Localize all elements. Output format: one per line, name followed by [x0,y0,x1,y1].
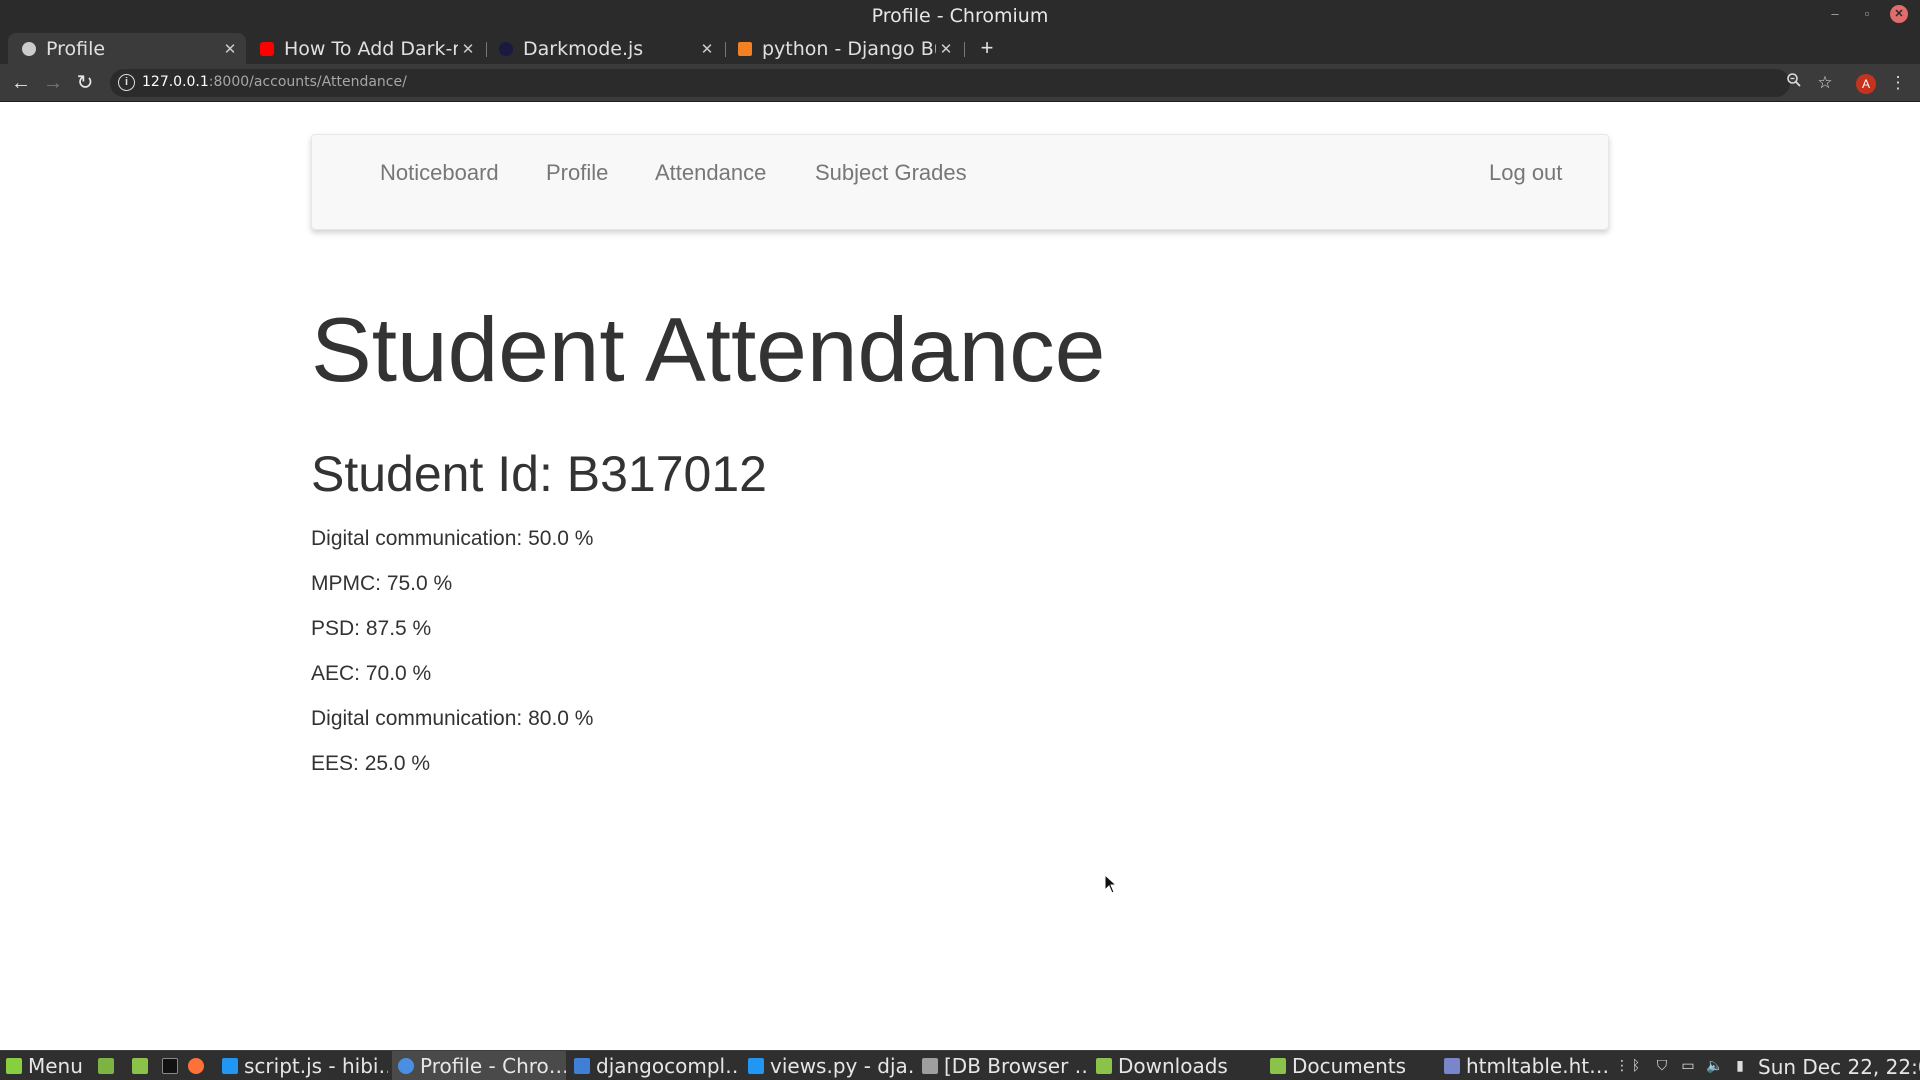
taskbar-item[interactable]: script.js - hibi… [216,1051,388,1080]
text-file-icon [1444,1058,1460,1074]
start-menu-button[interactable]: Menu [2,1051,86,1080]
attendance-item: EES: 25.0 % [311,752,431,775]
taskbar-item[interactable]: Documents [1264,1051,1436,1080]
folder-icon [1270,1058,1286,1074]
terminal-icon [162,1058,178,1074]
url-host: 127.0.0.1 [142,74,209,90]
taskbar-item-active[interactable]: Profile - Chro… [392,1051,566,1080]
mouse-cursor-icon [1104,874,1118,894]
browser-toolbar: ← → ↻ i 127.0.0.1:8000/accounts/Attendan… [0,64,1920,102]
launcher-folder[interactable] [126,1051,152,1080]
tab-label: python - Django Bu [762,37,936,60]
minimize-icon[interactable]: – [1826,5,1844,23]
attendance-item: AEC: 70.0 % [311,662,432,685]
tab-youtube[interactable]: How To Add Dark-r ✕ [246,33,484,64]
url-text[interactable]: 127.0.0.1:8000/accounts/Attendance/ [142,74,407,90]
attendance-item: PSD: 87.5 % [311,617,432,640]
attendance-item: Digital communication: 80.0 % [311,707,594,730]
close-window-icon[interactable]: ✕ [1890,5,1908,23]
bookmark-star-icon[interactable]: ☆ [1813,71,1837,95]
window-title: Profile - Chromium [871,5,1049,27]
window-titlebar: Profile - Chromium – ▫ ✕ [0,0,1920,33]
close-tab-icon[interactable]: ✕ [936,40,956,58]
tab-divider [964,42,965,57]
tab-label: Profile [46,37,106,60]
terminal-folder-icon [98,1058,114,1074]
database-icon [922,1058,938,1074]
youtube-icon [260,41,274,56]
page-title: Student Attendance [311,300,1106,401]
taskbar-item-label: Profile - Chro… [420,1054,566,1078]
address-bar[interactable]: i 127.0.0.1:8000/accounts/Attendance/ [110,69,1790,97]
taskbar-item[interactable]: Downloads [1090,1051,1262,1080]
tab-label: Darkmode.js [523,37,644,60]
forward-icon[interactable]: → [40,70,66,96]
menu-kebab-icon[interactable]: ⋮ [1886,71,1910,95]
page-content: Noticeboard Profile Attendance Subject G… [0,103,1920,1050]
taskbar-item-label: Documents [1292,1054,1407,1078]
folder-icon [132,1058,148,1074]
url-path: :8000/accounts/Attendance/ [208,74,407,90]
maximize-icon[interactable]: ▫ [1858,5,1876,23]
nav-logout[interactable]: Log out [1489,160,1562,186]
close-tab-icon[interactable]: ✕ [458,40,478,58]
back-icon[interactable]: ← [8,70,34,96]
firefox-icon [188,1058,204,1074]
taskbar-item-label: views.py - dja… [770,1054,914,1078]
student-id-heading: Student Id: B317012 [311,446,767,502]
launcher-firefox[interactable] [182,1051,206,1080]
battery-icon[interactable]: ▮ [1732,1058,1748,1074]
folder-icon [1096,1058,1112,1074]
site-info-icon[interactable]: i [118,74,135,91]
bluetooth-icon[interactable]: ᛒ [1628,1058,1644,1074]
taskbar-item-label: Downloads [1118,1054,1228,1078]
menu-label: Menu [28,1054,83,1078]
taskbar-item[interactable]: djangocompl… [568,1051,740,1080]
tab-darkmode[interactable]: Darkmode.js ✕ [485,33,723,64]
attendance-item: Digital communication: 50.0 % [311,527,594,550]
chromium-icon [398,1058,414,1074]
nav-attendance[interactable]: Attendance [655,160,766,186]
taskbar-item[interactable]: views.py - dja… [742,1051,914,1080]
document-icon [574,1058,590,1074]
taskbar-item[interactable]: htmltable.ht… [1438,1051,1610,1080]
new-tab-button[interactable]: + [975,33,999,64]
vscode-icon [748,1058,764,1074]
taskbar: Menu script.js - hibi… Profile - Chro… d… [0,1050,1920,1080]
globe-icon [22,41,36,56]
darkmode-icon [499,41,513,56]
tab-strip: Profile ✕ How To Add Dark-r ✕ Darkmode.j… [0,33,1920,64]
volume-icon[interactable]: 🔈 [1706,1058,1723,1074]
nav-profile[interactable]: Profile [546,160,608,186]
window-controls: – ▫ ✕ [1826,5,1908,23]
stackoverflow-icon [738,41,752,56]
shield-icon[interactable]: ⛉ [1654,1058,1670,1074]
taskbar-item[interactable]: [DB Browser … [916,1051,1088,1080]
nav-subject-grades[interactable]: Subject Grades [815,160,967,186]
taskbar-clock[interactable]: Sun Dec 22, 22:02 [1758,1055,1920,1079]
launcher-files[interactable] [92,1051,118,1080]
vscode-icon [222,1058,238,1074]
launcher-terminal[interactable] [156,1051,180,1080]
tab-stackoverflow[interactable]: python - Django Bu ✕ [724,33,962,64]
network-icon[interactable]: ▭ [1680,1058,1696,1074]
reload-icon[interactable]: ↻ [72,70,98,96]
mint-logo-icon [6,1058,22,1074]
taskbar-item-label: htmltable.ht… [1466,1054,1610,1078]
profile-avatar[interactable]: A [1856,74,1876,94]
zoom-icon[interactable] [1782,71,1806,95]
close-tab-icon[interactable]: ✕ [697,40,717,58]
nav-noticeboard[interactable]: Noticeboard [380,160,499,186]
attendance-list: Digital communication: 50.0 % MPMC: 75.0… [311,527,593,797]
taskbar-item-label: script.js - hibi… [244,1054,388,1078]
tab-label: How To Add Dark-r [284,37,458,60]
attendance-item: MPMC: 75.0 % [311,572,453,595]
tab-profile[interactable]: Profile ✕ [8,33,246,64]
taskbar-item-label: [DB Browser … [944,1054,1088,1078]
close-tab-icon[interactable]: ✕ [220,40,240,58]
site-navbar: Noticeboard Profile Attendance Subject G… [311,134,1609,230]
taskbar-item-label: djangocompl… [596,1054,740,1078]
